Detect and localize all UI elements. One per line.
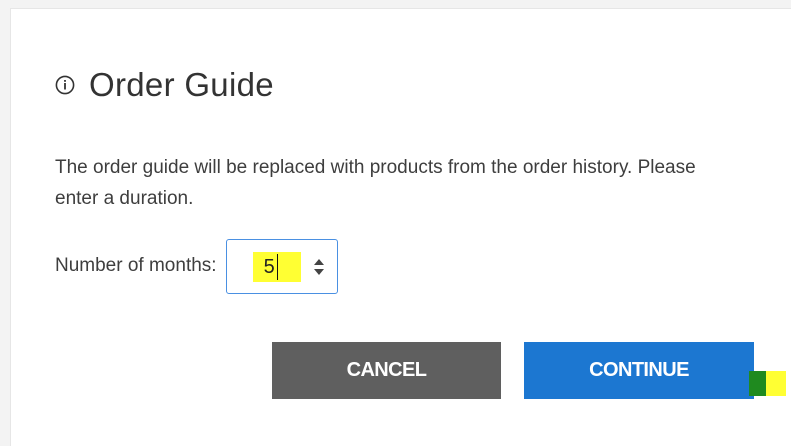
info-icon xyxy=(55,75,75,95)
months-number-input[interactable]: 5 xyxy=(225,238,338,294)
spinner-arrows-icon[interactable] xyxy=(313,258,325,276)
continue-button[interactable]: CONTINUE xyxy=(524,342,754,399)
green-marker xyxy=(749,371,766,396)
order-guide-dialog: Order Guide The order guide will be repl… xyxy=(10,8,791,446)
months-value[interactable]: 5 xyxy=(264,255,275,279)
text-caret xyxy=(276,253,278,280)
dialog-header: Order Guide xyxy=(55,65,274,105)
months-field-row: Number of months: 5 xyxy=(55,237,338,295)
months-label: Number of months: xyxy=(55,255,217,276)
dialog-title: Order Guide xyxy=(89,66,274,103)
dialog-description: The order guide will be replaced with pr… xyxy=(55,157,696,209)
cancel-button[interactable]: CANCEL xyxy=(272,342,501,399)
